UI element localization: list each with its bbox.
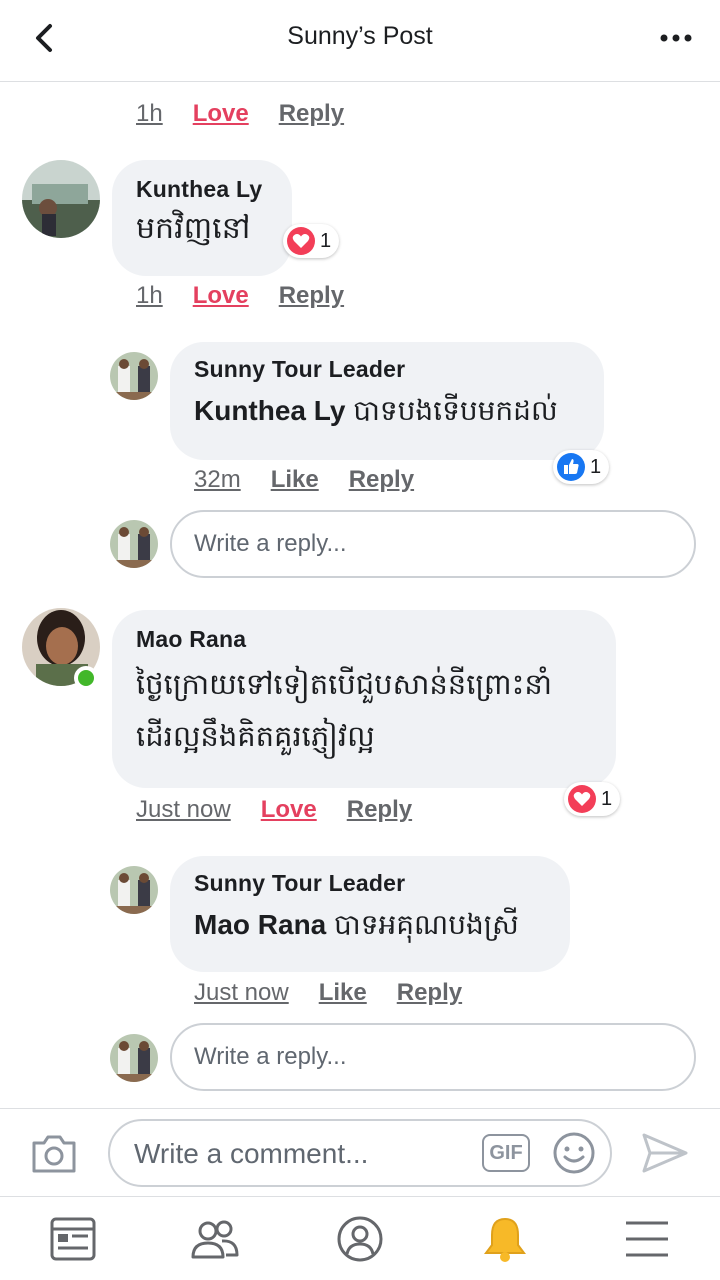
comment-author[interactable]: Sunny Tour Leader	[194, 870, 546, 897]
comment-time[interactable]: 1h	[136, 282, 163, 309]
comment-time[interactable]: 32m	[194, 466, 241, 493]
comment-time[interactable]: Just now	[194, 979, 289, 1006]
camera-icon[interactable]	[30, 1131, 78, 1175]
reply-placeholder: Write a reply...	[194, 1043, 347, 1070]
mention-link[interactable]: Mao Rana	[194, 909, 326, 940]
avatar[interactable]	[110, 352, 158, 400]
reply-button[interactable]: Reply	[347, 796, 412, 823]
comment-actions: Just now Like Reply	[194, 979, 492, 1007]
comment-author[interactable]: Sunny Tour Leader	[194, 356, 580, 383]
comment-author[interactable]: Mao Rana	[136, 626, 592, 653]
comment-body: បាទអគុណបងស្រី	[334, 909, 519, 940]
love-reaction-icon	[568, 785, 596, 813]
comment-text: ថ្ងៃក្រោយទៅទៀតបើជួបសាន់នីព្រោះនាំ ដើរល្អ…	[136, 659, 592, 763]
reaction-count[interactable]: 1	[564, 782, 621, 816]
reply-button[interactable]: Reply	[349, 466, 414, 493]
comment-actions: 32m Like Reply	[194, 466, 444, 494]
notifications-bell-icon[interactable]	[480, 1215, 530, 1263]
online-indicator	[74, 666, 98, 690]
comment-bubble: Sunny Tour Leader Kunthea Ly បាទបងទើបមកដ…	[170, 342, 604, 460]
send-icon[interactable]	[640, 1131, 690, 1175]
love-button[interactable]: Love	[193, 100, 249, 127]
love-button[interactable]: Love	[261, 796, 317, 823]
friends-icon[interactable]	[190, 1215, 240, 1263]
mention-link[interactable]: Kunthea Ly	[194, 395, 345, 426]
avatar[interactable]	[110, 866, 158, 914]
reply-button[interactable]: Reply	[397, 979, 462, 1006]
menu-icon[interactable]	[622, 1215, 672, 1263]
comment-text: Kunthea Ly បាទបងទើបមកដល់	[194, 389, 580, 433]
avatar	[110, 520, 158, 568]
comment-text: មកវិញនៅ	[136, 212, 251, 245]
news-feed-icon[interactable]	[48, 1215, 98, 1263]
comment-time[interactable]: Just now	[136, 796, 231, 823]
reply-button[interactable]: Reply	[279, 100, 344, 127]
comment-text: Mao Rana បាទអគុណបងស្រី	[194, 903, 546, 947]
comment-body: បាទបងទើបមកដល់	[353, 395, 558, 426]
reaction-count-value: 1	[590, 455, 602, 478]
emoji-icon[interactable]	[552, 1131, 596, 1175]
top-bar: Sunny’s Post	[0, 0, 720, 82]
comment-actions: 1h Love Reply	[136, 282, 374, 310]
gif-button[interactable]: GIF	[482, 1134, 530, 1172]
reaction-count-value: 1	[601, 787, 613, 810]
reaction-count[interactable]: 1	[283, 224, 340, 258]
avatar	[110, 1034, 158, 1082]
comment-bubble: Mao Rana ថ្ងៃក្រោយទៅទៀតបើជួបសាន់នីព្រោះន…	[112, 610, 616, 788]
like-button[interactable]: Like	[271, 466, 319, 493]
page-title: Sunny’s Post	[287, 22, 433, 50]
partial-comment-image	[140, 82, 300, 94]
comment-author[interactable]: Kunthea Ly	[136, 176, 268, 203]
comment-placeholder: Write a comment...	[134, 1138, 369, 1169]
comment-actions: Just now Love Reply	[136, 796, 442, 824]
like-button[interactable]: Like	[319, 979, 367, 1006]
comment-actions: 1h Love Reply	[136, 100, 374, 128]
comments-list: 1h Love Reply Kunthea Ly មកវិញនៅ 1 1h Love R…	[0, 82, 720, 1108]
comment-composer: Write a comment... GIF	[0, 1108, 720, 1196]
love-button[interactable]: Love	[193, 282, 249, 309]
reaction-count[interactable]: 1	[553, 450, 610, 484]
reply-placeholder: Write a reply...	[194, 530, 347, 557]
comment-bubble: Sunny Tour Leader Mao Rana បាទអគុណបងស្រី	[170, 856, 570, 972]
reply-input[interactable]: Write a reply...	[170, 1023, 696, 1091]
love-reaction-icon	[287, 227, 315, 255]
avatar[interactable]	[22, 160, 100, 238]
reply-button[interactable]: Reply	[279, 282, 344, 309]
more-options-icon[interactable]	[656, 24, 696, 52]
comment-text-line: ដើរល្អនឹងគិតគួរភ្ញៀវល្អ	[136, 721, 375, 753]
comment-text-line: ថ្ងៃក្រោយទៅទៀតបើជួបសាន់នីព្រោះនាំ	[136, 669, 553, 701]
profile-icon[interactable]	[335, 1215, 385, 1263]
comment-time[interactable]: 1h	[136, 100, 163, 127]
reaction-count-value: 1	[320, 229, 332, 252]
reply-input[interactable]: Write a reply...	[170, 510, 696, 578]
comment-input[interactable]: Write a comment... GIF	[108, 1119, 612, 1187]
comment-bubble: Kunthea Ly មកវិញនៅ	[112, 160, 292, 276]
like-reaction-icon	[557, 453, 585, 481]
bottom-tab-bar	[0, 1196, 720, 1280]
